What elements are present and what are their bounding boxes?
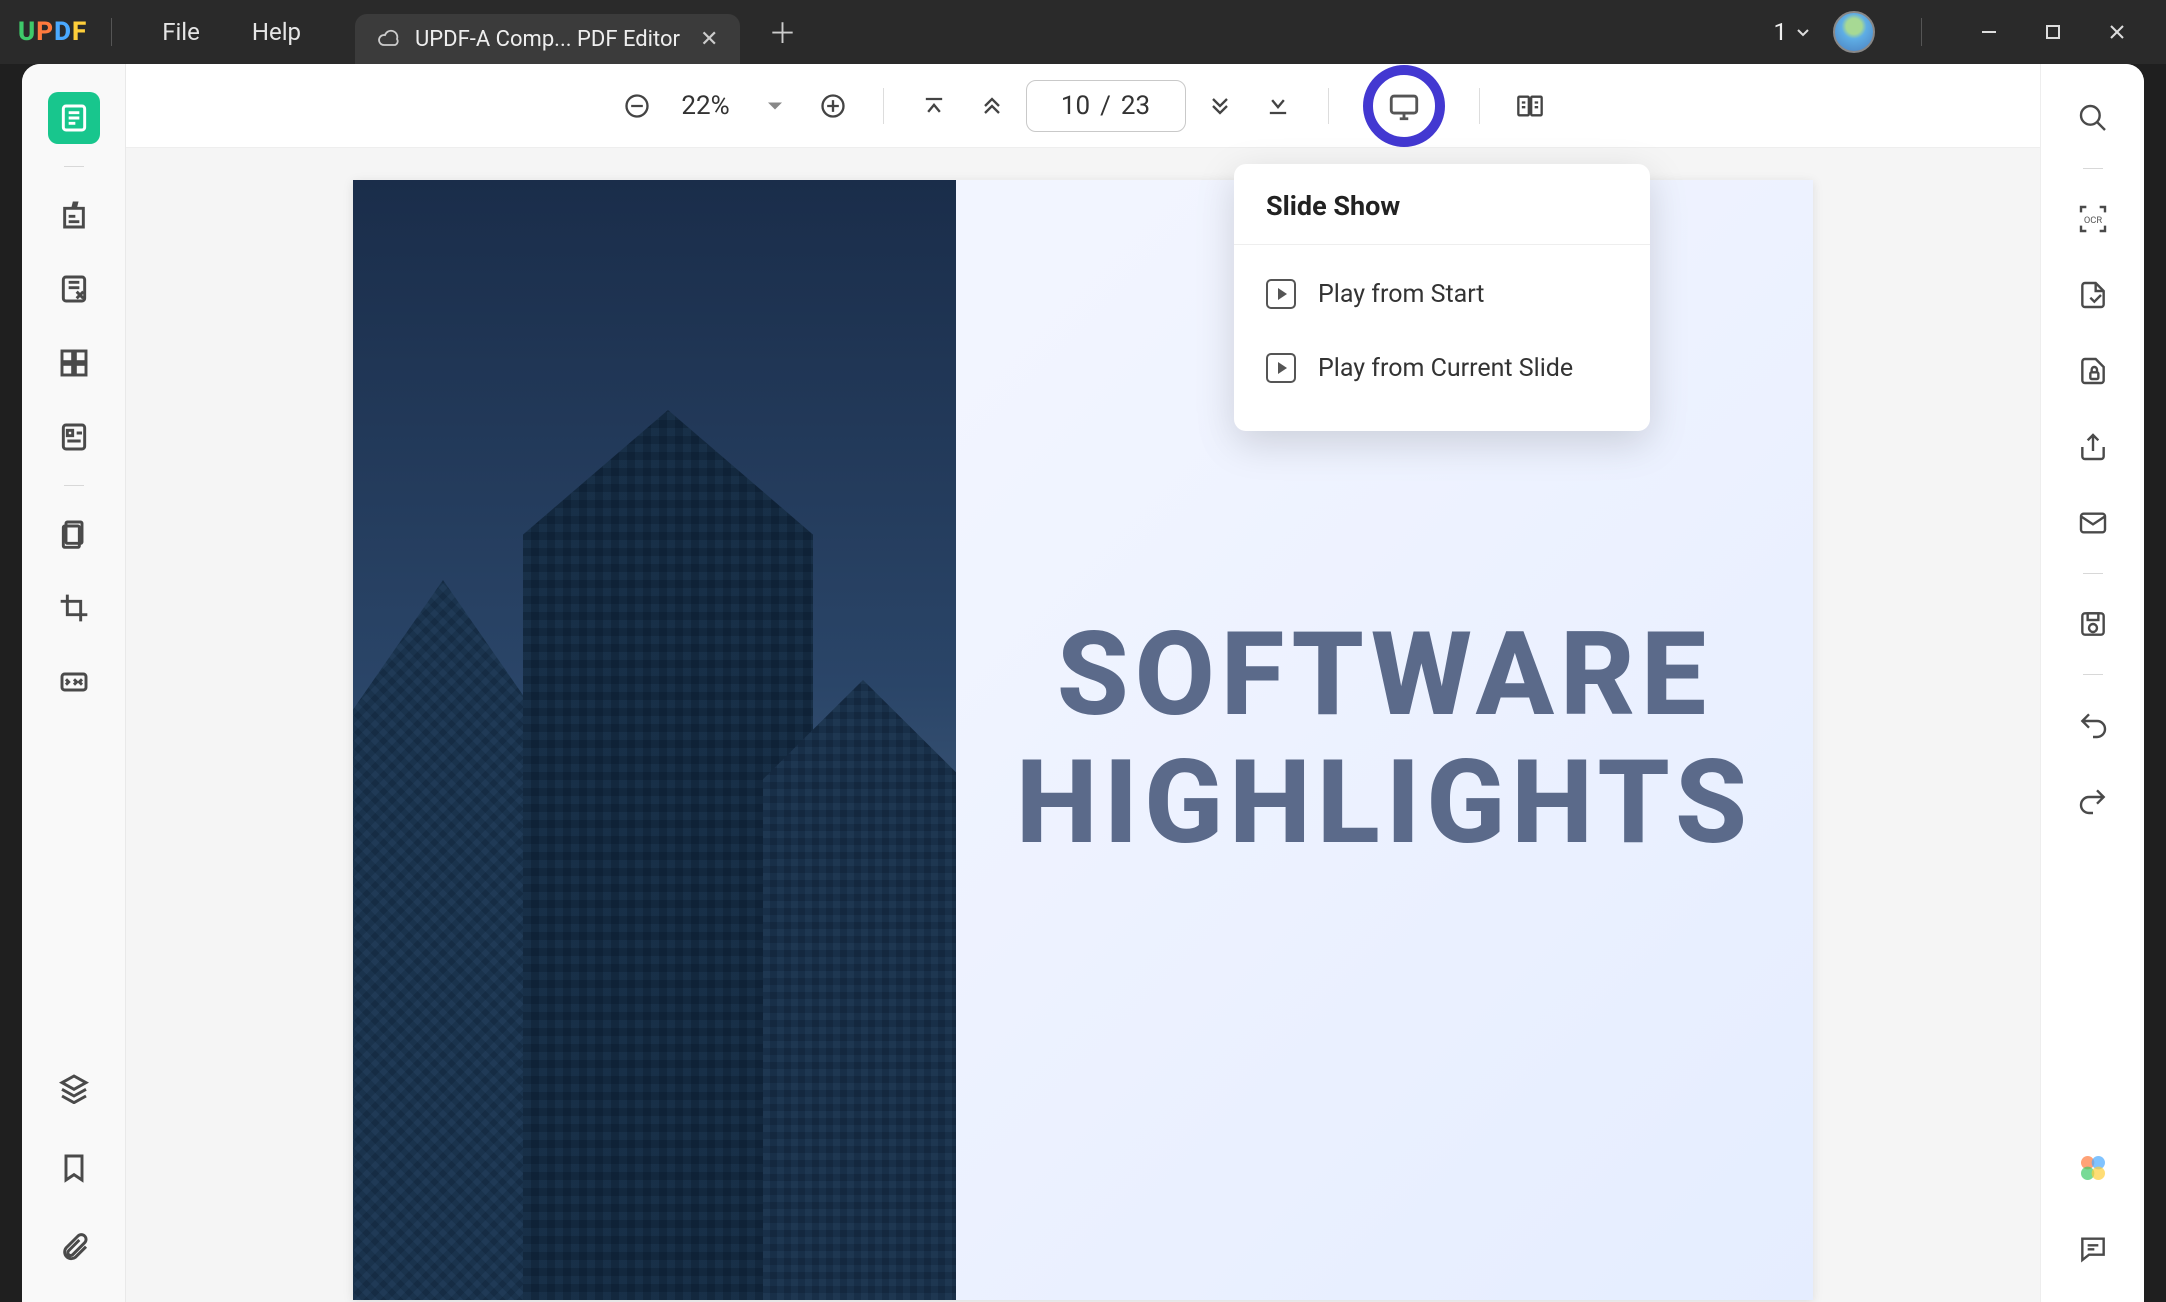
edit-tool[interactable] — [48, 263, 100, 315]
window-count-value: 1 — [1774, 18, 1788, 46]
last-page-button[interactable] — [1254, 82, 1302, 130]
undo-button[interactable] — [2067, 699, 2119, 751]
redact-tool[interactable] — [48, 656, 100, 708]
separator — [883, 88, 884, 124]
email-button[interactable] — [2067, 497, 2119, 549]
left-sidebar — [22, 64, 126, 1302]
compare-view-button[interactable] — [1506, 82, 1554, 130]
crop-tool[interactable] — [48, 582, 100, 634]
total-pages: 23 — [1121, 91, 1150, 121]
page-input[interactable]: 10 / 23 — [1026, 80, 1186, 132]
prev-page-button[interactable] — [968, 82, 1016, 130]
separator — [64, 166, 84, 167]
center-area: 22% 10 / 23 — [126, 64, 2040, 1302]
bookmark-icon[interactable] — [48, 1142, 100, 1194]
zoom-dropdown[interactable] — [751, 82, 799, 130]
left-sidebar-bottom — [48, 1062, 100, 1274]
menu-help[interactable]: Help — [226, 18, 327, 46]
document-viewport[interactable]: SOFTWARE HIGHLIGHTS — [126, 148, 2040, 1302]
slideshow-dropdown: Slide Show Play from Start Play from Cur… — [1234, 164, 1650, 431]
app-body: 22% 10 / 23 — [22, 64, 2144, 1302]
building-graphic — [763, 680, 956, 1300]
cloud-icon — [377, 27, 401, 51]
attachment-icon[interactable] — [48, 1222, 100, 1274]
app-logo: UPDF — [18, 17, 87, 47]
reader-tool[interactable] — [48, 92, 100, 144]
avatar[interactable] — [1833, 11, 1875, 53]
ocr-button[interactable]: OCR — [2067, 193, 2119, 245]
separator — [1479, 88, 1480, 124]
chevron-down-icon — [1795, 24, 1811, 40]
page-separator: / — [1100, 91, 1111, 121]
separator — [111, 18, 112, 46]
right-sidebar: OCR — [2040, 64, 2144, 1302]
share-button[interactable] — [2067, 421, 2119, 473]
document-tab[interactable]: UPDF-A Comp... PDF Editor ✕ — [355, 14, 740, 64]
menu-file[interactable]: File — [136, 18, 226, 46]
right-sidebar-bottom — [2067, 1142, 2119, 1274]
current-page: 10 — [1061, 91, 1090, 121]
export-button[interactable] — [2067, 269, 2119, 321]
tab-title: UPDF-A Comp... PDF Editor — [415, 27, 680, 52]
tab-close-icon[interactable]: ✕ — [700, 27, 718, 52]
building-graphic — [353, 580, 533, 1300]
slide-image — [353, 180, 956, 1300]
play-icon — [1266, 353, 1296, 383]
play-from-start[interactable]: Play from Start — [1234, 257, 1650, 331]
redo-button[interactable] — [2067, 775, 2119, 827]
separator — [2083, 674, 2103, 675]
zoom-value: 22% — [671, 91, 741, 121]
window-count[interactable]: 1 — [1774, 18, 1812, 46]
separator — [2083, 573, 2103, 574]
dropdown-item-label: Play from Current Slide — [1318, 354, 1573, 383]
toolbar: 22% 10 / 23 — [126, 64, 2040, 148]
save-button[interactable] — [2067, 598, 2119, 650]
separator — [64, 485, 84, 486]
dropdown-title: Slide Show — [1234, 190, 1650, 245]
minimize-button[interactable] — [1968, 11, 2010, 53]
slide-title-line2: HIGHLIGHTS — [1016, 740, 1753, 868]
separator — [2083, 168, 2103, 169]
layers-icon[interactable] — [48, 1062, 100, 1114]
zoom-in-button[interactable] — [809, 82, 857, 130]
form-tool[interactable] — [48, 411, 100, 463]
next-page-button[interactable] — [1196, 82, 1244, 130]
separator — [1921, 18, 1922, 46]
titlebar-right: 1 — [1774, 11, 2166, 53]
slide-title: SOFTWARE HIGHLIGHTS — [1016, 612, 1753, 867]
titlebar: UPDF File Help UPDF-A Comp... PDF Editor… — [0, 0, 2166, 64]
maximize-button[interactable] — [2032, 11, 2074, 53]
protect-button[interactable] — [2067, 345, 2119, 397]
dropdown-item-label: Play from Start — [1318, 280, 1484, 309]
search-button[interactable] — [2067, 92, 2119, 144]
chat-button[interactable] — [2067, 1222, 2119, 1274]
svg-text:OCR: OCR — [2083, 215, 2101, 226]
ai-button[interactable] — [2067, 1142, 2119, 1194]
comment-tool[interactable] — [48, 189, 100, 241]
separator — [1328, 88, 1329, 124]
organize-tool[interactable] — [48, 337, 100, 389]
zoom-out-button[interactable] — [613, 82, 661, 130]
slide-title-line1: SOFTWARE — [1016, 612, 1753, 740]
slideshow-button[interactable] — [1363, 65, 1445, 147]
add-tab-button[interactable]: ＋ — [768, 12, 796, 52]
play-icon — [1266, 279, 1296, 309]
first-page-button[interactable] — [910, 82, 958, 130]
play-from-current[interactable]: Play from Current Slide — [1234, 331, 1650, 405]
close-button[interactable] — [2096, 11, 2138, 53]
page-tool[interactable] — [48, 508, 100, 560]
